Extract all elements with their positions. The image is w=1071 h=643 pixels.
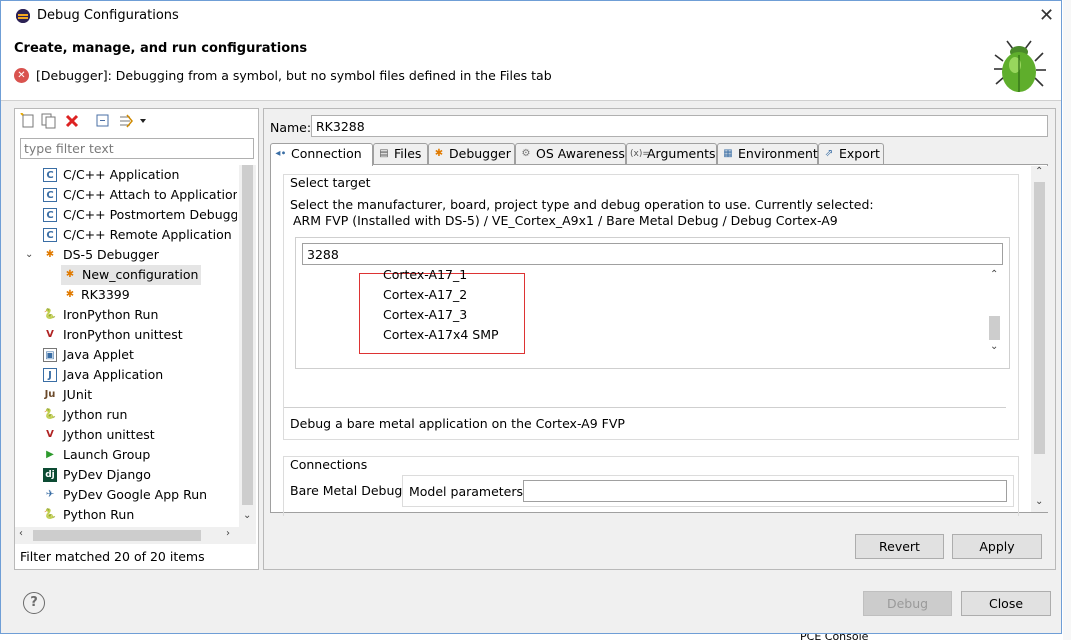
python-icon: V [46, 429, 54, 440]
target-list-scroll-thumb[interactable] [989, 316, 1000, 340]
close-button[interactable]: Close [961, 591, 1051, 616]
python-icon: 🐍 [43, 309, 57, 320]
new-configuration-icon[interactable] [20, 112, 36, 129]
current-target-path: ARM FVP (Installed with DS-5) / VE_Corte… [293, 213, 838, 228]
delete-icon[interactable] [64, 113, 80, 129]
target-item-cortex-a17x4-smp[interactable]: Cortex-A17x4 SMP [383, 325, 499, 345]
c-icon: C [43, 168, 57, 182]
chevron-down-icon[interactable]: ⌄ [25, 245, 33, 265]
select-target-description: Select the manufacturer, board, project … [290, 197, 874, 212]
close-window-button[interactable]: ✕ [1039, 5, 1054, 26]
target-search-input[interactable] [302, 243, 1003, 265]
tab-content-scroll-thumb[interactable] [1034, 182, 1045, 454]
scroll-left-icon[interactable]: ‹ [19, 528, 23, 539]
title-bar: Debug Configurations ✕ [1, 1, 1061, 31]
connection-tab-content: Select target Select the manufacturer, b… [270, 164, 1048, 516]
files-icon: ▤ [379, 148, 389, 159]
name-label: Name: [270, 120, 312, 135]
launch-icon: ▶ [46, 449, 54, 460]
configuration-editor-panel: Name: ◂∙ Connection ▤ Files ✱ Debugger ⚙… [263, 108, 1056, 570]
divider [284, 407, 1006, 408]
google-icon: ✈ [45, 489, 55, 500]
header-title: Create, manage, and run configurations [14, 41, 308, 56]
scroll-up-icon[interactable]: ⌃ [1035, 166, 1043, 177]
debugger-icon: ✱ [434, 148, 444, 159]
target-item-cortex-a17-3[interactable]: Cortex-A17_3 [383, 305, 467, 325]
eclipse-icon [16, 9, 30, 23]
tree-vertical-scrollbar[interactable]: ⌄ [239, 165, 256, 527]
duplicate-icon[interactable] [41, 113, 57, 129]
python-icon: 🐍 [43, 409, 57, 420]
tree-item-new-configuration[interactable]: ✱ New_configuration [61, 265, 202, 285]
c-icon: C [43, 228, 57, 242]
revert-button[interactable]: Revert [855, 534, 944, 559]
connections-group: Connections Bare Metal Debug Model param… [283, 456, 1019, 516]
help-icon[interactable]: ? [23, 592, 45, 614]
tab-content-scrollbar[interactable]: ⌃ ⌄ [1031, 166, 1048, 512]
filter-status-text: Filter matched 20 of 20 items [20, 549, 205, 564]
model-parameters-label: Model parameters [409, 484, 524, 499]
debug-bug-icon [994, 40, 1046, 92]
scroll-up-icon[interactable]: ⌃ [990, 269, 998, 280]
target-list: Cortex-A17_1 Cortex-A17_2 Cortex-A17_3 C… [302, 269, 1003, 361]
target-item-cortex-a17-2[interactable]: Cortex-A17_2 [383, 285, 467, 305]
connection-icon: ◂∙ [275, 148, 287, 159]
dialog-header: Create, manage, and run configurations ✕… [1, 31, 1061, 101]
target-list-scrollbar[interactable]: ⌃ ⌄ [986, 269, 1003, 357]
connections-title: Connections [290, 457, 368, 472]
scroll-down-icon[interactable]: ⌄ [243, 510, 251, 521]
target-item-cortex-a17-1[interactable]: Cortex-A17_1 [383, 269, 467, 285]
scroll-down-icon[interactable]: ⌄ [1035, 496, 1043, 507]
c-icon: C [43, 188, 57, 202]
debug-button[interactable]: Debug [863, 591, 952, 616]
select-target-title: Select target [290, 175, 371, 190]
debug-configurations-dialog: Debug Configurations ✕ Create, manage, a… [0, 0, 1062, 634]
target-browser: Cortex-A17_1 Cortex-A17_2 Cortex-A17_3 C… [295, 237, 1010, 369]
export-icon: ⇗ [824, 148, 834, 159]
java-icon: J [43, 368, 57, 382]
bare-metal-debug-label: Bare Metal Debug [290, 483, 403, 498]
configuration-tree: C C/C++ Application C C/C++ Attach to Ap… [25, 167, 237, 522]
model-parameters-box: Model parameters [402, 475, 1014, 507]
junit-icon: Ju [44, 389, 56, 400]
tree-vertical-scroll-thumb[interactable] [242, 165, 253, 505]
operation-description: Debug a bare metal application on the Co… [290, 416, 625, 431]
background-window-edge [1063, 0, 1071, 640]
filter-dropdown-icon[interactable] [118, 113, 148, 129]
ds5-icon: ✱ [65, 289, 75, 300]
filter-input[interactable] [20, 138, 254, 159]
tab-files[interactable]: ▤ Files [373, 143, 428, 165]
model-parameters-input[interactable] [523, 480, 1007, 502]
arguments-icon: (x)= [630, 149, 650, 159]
configuration-tabs: ◂∙ Connection ▤ Files ✱ Debugger ⚙ OS Aw… [270, 143, 1050, 166]
tab-debugger[interactable]: ✱ Debugger [428, 143, 515, 165]
scroll-right-icon[interactable]: › [226, 528, 230, 539]
window-title: Debug Configurations [37, 8, 179, 23]
ds5-icon: ✱ [65, 269, 75, 280]
apply-button[interactable]: Apply [952, 534, 1042, 559]
tab-arguments[interactable]: (x)= Arguments [626, 143, 717, 165]
select-target-group: Select target Select the manufacturer, b… [283, 174, 1019, 440]
configuration-tree-panel: C C/C++ Application C C/C++ Attach to Ap… [14, 108, 259, 570]
error-icon: ✕ [14, 68, 29, 83]
name-field[interactable] [311, 115, 1048, 137]
tree-horizontal-scroll-thumb[interactable] [33, 530, 201, 541]
python-icon: V [46, 329, 54, 340]
django-icon: dj [43, 468, 57, 482]
tab-export[interactable]: ⇗ Export [818, 143, 884, 165]
python-icon: 🐍 [43, 509, 57, 520]
tab-environment[interactable]: ▦ Environment [717, 143, 818, 165]
collapse-all-icon[interactable] [95, 113, 111, 129]
applet-icon: ▣ [43, 348, 57, 362]
ds5-icon: ✱ [45, 249, 55, 260]
environment-icon: ▦ [723, 148, 733, 159]
header-error-message: [Debugger]: Debugging from a symbol, but… [36, 68, 552, 83]
tab-connection[interactable]: ◂∙ Connection [270, 143, 373, 166]
gear-icon: ⚙ [521, 148, 531, 159]
scroll-down-icon[interactable]: ⌄ [990, 341, 998, 352]
c-icon: C [43, 208, 57, 222]
tab-os-awareness[interactable]: ⚙ OS Awareness [515, 143, 626, 165]
tree-horizontal-scrollbar[interactable]: ‹ › [15, 527, 256, 544]
